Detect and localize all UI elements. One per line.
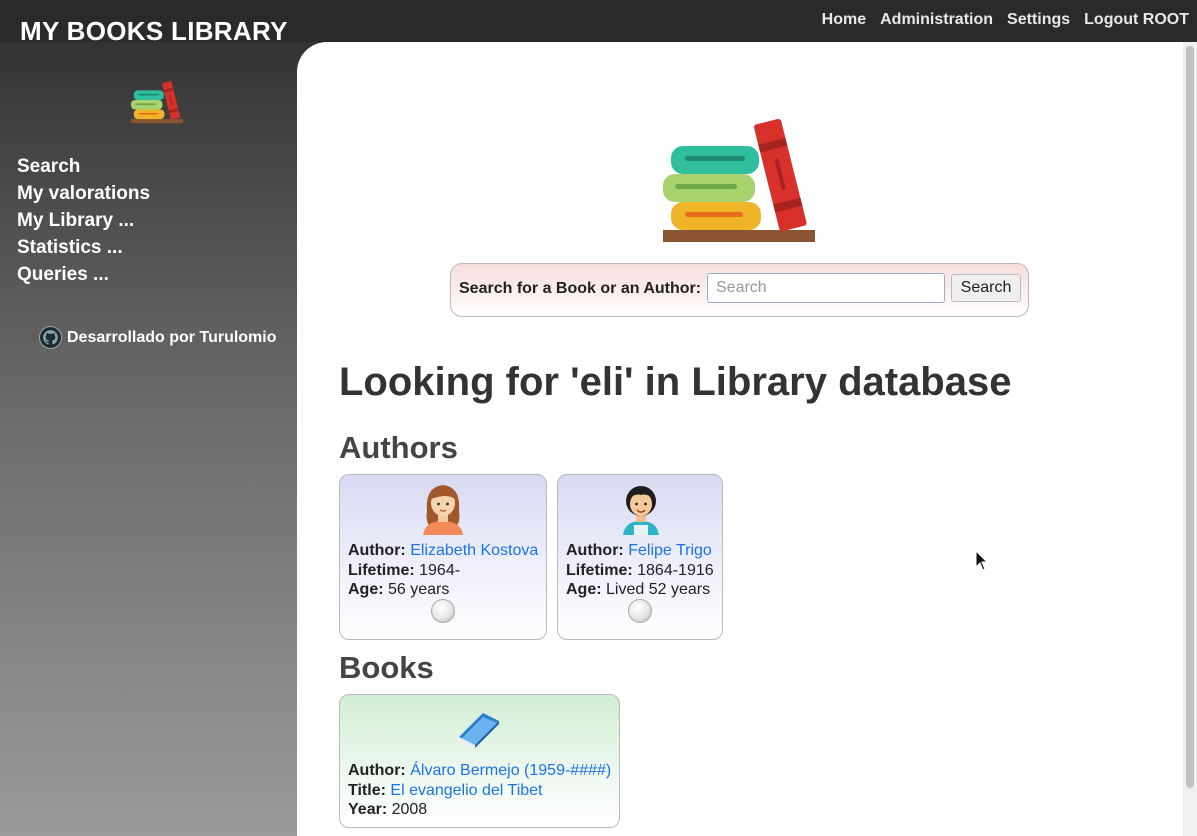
wikipedia-icon[interactable] <box>431 599 455 623</box>
authors-heading: Authors <box>339 430 458 465</box>
lifetime-value: 1864-1916 <box>637 562 714 579</box>
book-author-link[interactable]: Álvaro Bermejo (1959-####) <box>410 762 611 779</box>
top-bar: MY BOOKS LIBRARY Home Administration Set… <box>0 0 1197 46</box>
book-year-value: 2008 <box>391 801 428 818</box>
developer-credit-link[interactable]: Desarrollado por Turulomio <box>39 326 277 349</box>
author-card: Author: Elizabeth Kostova Lifetime: 1964… <box>339 474 547 640</box>
side-menu: Search My valorations My Library ... Sta… <box>17 156 150 291</box>
age-label: Age: <box>348 581 384 598</box>
book-year-row: Year: 2008 <box>348 801 427 819</box>
age-value: Lived 52 years <box>606 581 711 598</box>
man-avatar-icon <box>623 486 659 535</box>
author-lifetime-row: Lifetime: 1864-1916 <box>566 562 714 580</box>
book-author-label: Author: <box>348 762 406 779</box>
author-name-link[interactable]: Felipe Trigo <box>628 542 712 559</box>
page-scrollbar[interactable] <box>1183 42 1197 836</box>
age-label: Age: <box>566 581 602 598</box>
nav-home-link[interactable]: Home <box>822 11 866 29</box>
library-logo-icon <box>663 118 815 242</box>
author-name-row: Author: Felipe Trigo <box>566 542 712 560</box>
lifetime-value: 1964- <box>419 562 461 579</box>
book-title-link[interactable]: El evangelio del Tibet <box>390 782 542 799</box>
book-title-label: Title: <box>348 782 386 799</box>
github-icon <box>39 326 62 349</box>
search-input[interactable] <box>707 273 945 303</box>
wikipedia-icon[interactable] <box>628 599 652 623</box>
scrollbar-thumb[interactable] <box>1186 46 1194 788</box>
nav-logout-link[interactable]: Logout ROOT <box>1084 11 1189 29</box>
books-heading: Books <box>339 650 434 685</box>
mouse-cursor-icon <box>975 550 989 571</box>
author-name-link[interactable]: Elizabeth Kostova <box>410 542 538 559</box>
author-lifetime-row: Lifetime: 1964- <box>348 562 460 580</box>
book-card: Author: Álvaro Bermejo (1959-####) Title… <box>339 694 620 828</box>
sidebar-item-search[interactable]: Search <box>17 156 150 183</box>
book-title-row: Title: El evangelio del Tibet <box>348 782 543 800</box>
author-age-row: Age: Lived 52 years <box>566 581 710 599</box>
sidebar-item-statistics[interactable]: Statistics ... <box>17 237 150 264</box>
book-year-label: Year: <box>348 801 388 818</box>
woman-avatar-icon <box>423 485 463 535</box>
age-value: 56 years <box>388 581 450 598</box>
lifetime-label: Lifetime: <box>348 562 415 579</box>
search-button[interactable]: Search <box>951 274 1021 302</box>
book-icon <box>458 713 499 748</box>
nav-settings-link[interactable]: Settings <box>1007 11 1070 29</box>
author-age-row: Age: 56 years <box>348 581 449 599</box>
sidebar-item-queries[interactable]: Queries ... <box>17 264 150 291</box>
book-author-row: Author: Álvaro Bermejo (1959-####) <box>348 762 611 780</box>
author-card: Author: Felipe Trigo Lifetime: 1864-1916… <box>557 474 723 640</box>
sidebar: Search My valorations My Library ... Sta… <box>0 42 297 836</box>
author-name-row: Author: Elizabeth Kostova <box>348 542 538 560</box>
search-label: Search for a Book or an Author: <box>459 280 702 297</box>
sidebar-item-my-valorations[interactable]: My valorations <box>17 183 150 210</box>
library-logo-icon[interactable] <box>131 80 183 124</box>
author-label: Author: <box>348 542 406 559</box>
page-title: Looking for 'eli' in Library database <box>339 360 1012 404</box>
sidebar-item-my-library[interactable]: My Library ... <box>17 210 150 237</box>
search-form: Search for a Book or an Author: Search <box>450 263 1029 317</box>
nav-administration-link[interactable]: Administration <box>880 11 993 29</box>
top-nav: Home Administration Settings Logout ROOT <box>822 11 1189 29</box>
lifetime-label: Lifetime: <box>566 562 633 579</box>
author-label: Author: <box>566 542 624 559</box>
main-content: Search for a Book or an Author: Search L… <box>297 42 1183 836</box>
credit-text: Desarrollado por Turulomio <box>67 328 277 346</box>
